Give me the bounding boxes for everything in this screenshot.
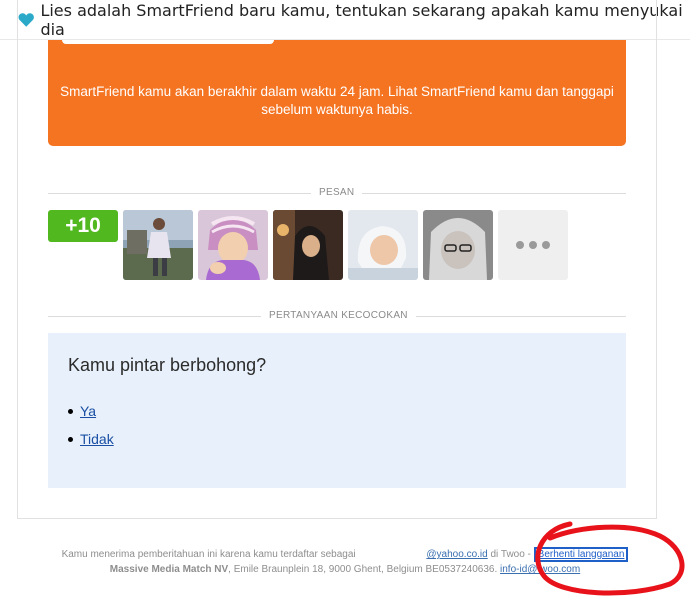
company-name: Massive Media Match NV — [109, 564, 229, 575]
match-questions-section-label: PERTANYAAN KECOCOKAN — [261, 310, 416, 321]
registered-email-link[interactable]: @yahoo.co.id — [426, 549, 487, 560]
bullet-icon — [68, 436, 73, 442]
answer-option: Tidak — [68, 431, 114, 447]
banner-tab-stub — [62, 40, 274, 44]
messages-count-badge[interactable]: +10 — [48, 210, 118, 242]
expiry-banner: SmartFriend kamu akan berakhir dalam wak… — [48, 40, 626, 146]
footer-notice-line: Kamu menerima pemberitahuan ini karena k… — [0, 547, 690, 562]
more-dots-icon — [516, 241, 524, 249]
expiry-banner-text: SmartFriend kamu akan berakhir dalam wak… — [60, 84, 614, 117]
profile-photo[interactable] — [273, 210, 343, 280]
more-dots-icon — [529, 241, 537, 249]
bullet-icon — [68, 408, 73, 414]
contact-email-link[interactable]: info-id@twoo.com — [500, 564, 580, 575]
answer-no-link[interactable]: Tidak — [80, 431, 114, 447]
messages-section-label: PESAN — [311, 187, 363, 198]
more-messages-button[interactable] — [498, 210, 568, 280]
profile-photo[interactable] — [123, 210, 193, 280]
profile-photo[interactable] — [423, 210, 493, 280]
answer-yes-link[interactable]: Ya — [80, 403, 96, 419]
redacted-username — [358, 549, 427, 560]
match-question-box: Kamu pintar berbohong? Ya Tidak — [48, 333, 626, 488]
footer-address-line: Massive Media Match NV, Emile Braunplein… — [0, 564, 690, 575]
answer-option: Ya — [68, 403, 96, 419]
footer-site-text: di Twoo - — [490, 549, 531, 560]
profile-photo[interactable] — [198, 210, 268, 280]
unsubscribe-link[interactable]: Berhenti langganan — [533, 547, 629, 562]
company-address: , Emile Braunplein 18, 9000 Ghent, Belgi… — [228, 564, 498, 575]
footer-notice-text: Kamu menerima pemberitahuan ini karena k… — [61, 549, 356, 560]
question-title: Kamu pintar berbohong? — [68, 355, 267, 375]
more-dots-icon — [542, 241, 550, 249]
profile-photo[interactable] — [348, 210, 418, 280]
